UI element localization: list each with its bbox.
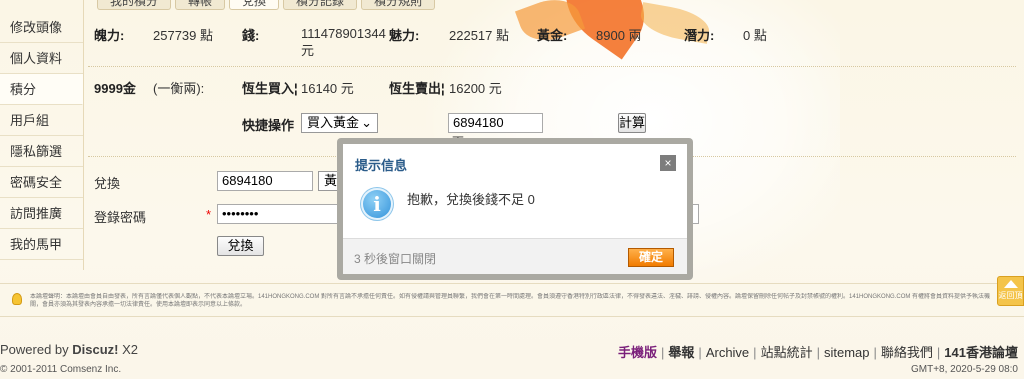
exchange-amount-input[interactable]: 6894180 bbox=[217, 171, 313, 191]
buy-price-value: 16140 元 bbox=[301, 81, 354, 96]
charm-value: 222517 點 bbox=[449, 28, 509, 43]
exchange-submit-button[interactable]: 兌換 bbox=[217, 236, 264, 256]
gold-unit-desc: (一衡兩): bbox=[153, 81, 205, 96]
tab-bar: 我的積分 轉帳 兌換 積分記錄 積分規則 bbox=[97, 0, 436, 10]
server-time: GMT+8, 2020-5-29 08:0 bbox=[910, 364, 1018, 375]
footer-links: 手機版 | 舉報 | Archive | 站點統計 | sitemap | 聯絡我們 | 141香港論壇 bbox=[618, 345, 1018, 360]
quick-op-select-value: 買入黃金 bbox=[307, 115, 360, 130]
dialog-footer: 3 秒後窗口關閉 確定 bbox=[343, 238, 687, 274]
close-icon[interactable]: × bbox=[660, 155, 676, 171]
back-to-top-label: 返回頂部 bbox=[998, 291, 1023, 300]
power-label: 魄力: bbox=[94, 28, 125, 43]
sidebar-item-credits[interactable]: 積分 bbox=[0, 74, 83, 105]
sidebar-item-privacy[interactable]: 隱私篩選 bbox=[0, 136, 83, 167]
sidebar: 修改頭像 個人資料 積分 用戶組 隱私篩選 密碼安全 訪問推廣 我的馬甲 bbox=[0, 0, 84, 270]
sidebar-item-profile[interactable]: 個人資料 bbox=[0, 43, 83, 74]
info-icon: i bbox=[361, 188, 393, 220]
back-to-top-button[interactable]: 返回頂部 bbox=[997, 276, 1024, 306]
powered-by: Powered by Discuz! X2 bbox=[0, 342, 138, 357]
tab-transfer[interactable]: 轉帳 bbox=[175, 0, 226, 10]
copyright: © 2001-2011 Comsenz Inc. bbox=[0, 364, 122, 375]
charm-label: 魅力: bbox=[389, 28, 420, 43]
exchange-label: 兌換 bbox=[94, 176, 121, 191]
money-value: 111478901344 元 bbox=[301, 26, 386, 58]
footer-link-report[interactable]: 舉報 bbox=[668, 345, 694, 360]
footer-link-sitemap[interactable]: sitemap bbox=[824, 345, 870, 360]
sell-price-label: 恆生賣出¦ bbox=[389, 81, 445, 96]
sidebar-item-password[interactable]: 密碼安全 bbox=[0, 167, 83, 198]
discuz-brand-link[interactable]: Discuz! bbox=[72, 342, 118, 357]
dialog-title: 提示信息 bbox=[355, 158, 408, 173]
sidebar-item-promotion[interactable]: 訪問推廣 bbox=[0, 198, 83, 229]
footer-link-contact[interactable]: 聯絡我們 bbox=[881, 345, 933, 360]
password-label: 登錄密碼 bbox=[94, 210, 147, 225]
potential-label: 潛力: bbox=[684, 28, 715, 43]
footer-link-archive[interactable]: Archive bbox=[706, 345, 749, 360]
gold-value: 8900 兩 bbox=[596, 28, 642, 43]
footer-link-site[interactable]: 141香港論壇 bbox=[944, 345, 1018, 360]
divider bbox=[88, 66, 1016, 67]
confirm-button[interactable]: 確定 bbox=[628, 248, 674, 267]
quick-op-label: 快捷操作 bbox=[242, 118, 295, 133]
disclaimer-text: 本論壇聲明：本論壇由會員自由發表，所有言論僅代表個人觀點，不代表本論壇立場。14… bbox=[30, 294, 991, 308]
bulb-icon bbox=[12, 293, 22, 305]
arrow-up-icon bbox=[1004, 280, 1018, 288]
money-label: 錢: bbox=[242, 28, 260, 43]
sell-price-value: 16200 元 bbox=[449, 81, 502, 96]
calculate-button[interactable]: 計算 bbox=[618, 113, 646, 133]
gold-label: 黃金: bbox=[537, 28, 568, 43]
potential-value: 0 點 bbox=[743, 28, 767, 43]
alert-dialog: 提示信息 × i 抱歉，兌換後錢不足 0 3 秒後窗口關閉 確定 bbox=[343, 144, 687, 274]
version-text: X2 bbox=[118, 342, 139, 357]
tab-credit-log[interactable]: 積分記錄 bbox=[283, 0, 358, 10]
footer-link-mobile[interactable]: 手機版 bbox=[618, 345, 657, 360]
required-mark: * bbox=[206, 207, 212, 222]
dialog-message: 抱歉，兌換後錢不足 0 bbox=[407, 192, 535, 207]
quick-op-select[interactable]: 買入黃金 ⌄ bbox=[301, 113, 378, 133]
chevron-down-icon: ⌄ bbox=[361, 115, 372, 130]
gold-unit-label: 9999金 bbox=[94, 81, 136, 96]
power-value: 257739 點 bbox=[153, 28, 213, 43]
tab-exchange[interactable]: 兌換 bbox=[229, 0, 280, 10]
footer-link-stats[interactable]: 站點統計 bbox=[761, 345, 813, 360]
sidebar-item-alias[interactable]: 我的馬甲 bbox=[0, 229, 83, 260]
sidebar-item-avatar[interactable]: 修改頭像 bbox=[0, 12, 83, 43]
quick-amount-input[interactable]: 6894180 bbox=[448, 113, 543, 133]
dialog-timer: 3 秒後窗口關閉 bbox=[354, 252, 437, 266]
tab-my-credits[interactable]: 我的積分 bbox=[97, 0, 172, 10]
tab-credit-rules[interactable]: 積分規則 bbox=[361, 0, 436, 10]
powered-by-text: Powered by bbox=[0, 342, 73, 357]
buy-price-label: 恆生買入¦ bbox=[242, 81, 298, 96]
sidebar-item-usergroup[interactable]: 用戶組 bbox=[0, 105, 83, 136]
disclaimer-bar: 本論壇聲明：本論壇由會員自由發表，所有言論僅代表個人觀點，不代表本論壇立場。14… bbox=[0, 283, 1024, 317]
